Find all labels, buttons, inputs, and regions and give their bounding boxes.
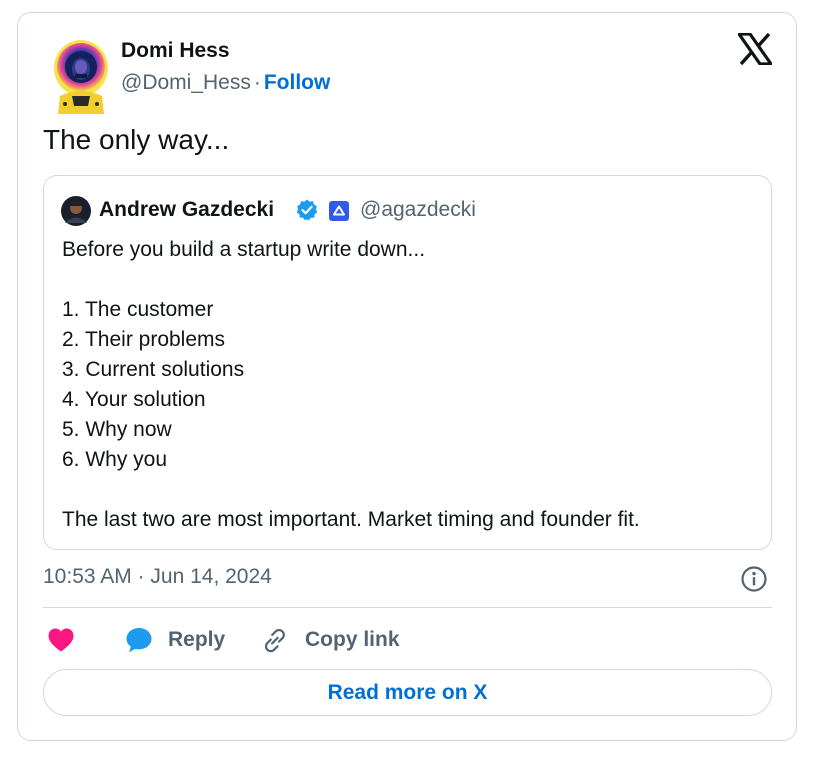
x-logo-icon[interactable] xyxy=(735,32,775,66)
quoted-author-name[interactable]: Andrew Gazdecki xyxy=(99,198,274,222)
author-handle[interactable]: @Domi_Hess xyxy=(121,71,251,94)
divider xyxy=(43,607,772,608)
read-more-button[interactable]: Read more on X xyxy=(43,669,772,716)
quoted-line: 1. The customer xyxy=(62,298,214,321)
quoted-line: The last two are most important. Market … xyxy=(62,508,640,531)
tweet-text: The only way... xyxy=(43,124,230,155)
author-avatar[interactable] xyxy=(50,34,112,114)
follow-button[interactable]: Follow xyxy=(264,71,331,94)
tweet-timestamp[interactable]: 10:53 AM · Jun 14, 2024 xyxy=(43,565,272,589)
quoted-line: 6. Why you xyxy=(62,448,168,471)
separator-dot: · xyxy=(253,71,261,94)
quoted-line-blank xyxy=(62,475,762,505)
quoted-tweet[interactable]: Andrew Gazdecki @agazdecki Before you bu… xyxy=(43,175,772,550)
person-avatar-icon xyxy=(61,196,91,226)
quoted-author-handle: @agazdecki xyxy=(360,198,476,221)
reply-bubble-icon xyxy=(125,626,153,654)
quoted-line: 5. Why now xyxy=(62,418,172,441)
quoted-tweet-body: Before you build a startup write down...… xyxy=(62,235,762,535)
author-name[interactable]: Domi Hess xyxy=(121,39,230,63)
quoted-author-avatar[interactable] xyxy=(61,196,91,226)
verified-badge-icon xyxy=(295,198,319,222)
link-icon xyxy=(259,626,289,656)
astronaut-avatar-icon xyxy=(54,40,108,114)
action-bar: Reply Copy link xyxy=(43,623,772,659)
quoted-line-blank xyxy=(62,265,762,295)
quoted-line: 2. Their problems xyxy=(62,328,226,351)
affiliate-badge-icon xyxy=(329,201,349,221)
quoted-line: 4. Your solution xyxy=(62,388,206,411)
info-icon[interactable] xyxy=(740,565,768,593)
quoted-line: Before you build a startup write down... xyxy=(62,238,426,261)
quoted-line: 3. Current solutions xyxy=(62,358,245,381)
heart-icon[interactable] xyxy=(47,627,75,653)
copy-link-label: Copy link xyxy=(305,628,400,651)
tweet-card: Domi Hess @Domi_Hess · Follow The only way… xyxy=(17,12,797,741)
author-meta: @Domi_Hess · Follow xyxy=(121,71,330,95)
reply-label: Reply xyxy=(168,628,226,651)
